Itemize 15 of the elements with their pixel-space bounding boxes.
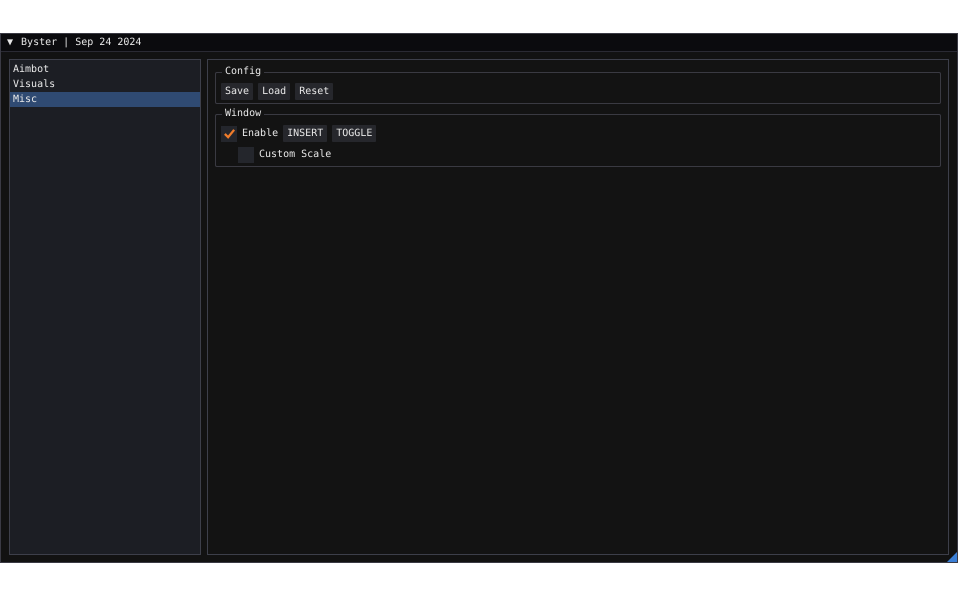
window-title: Byster | Sep 24 2024 [21,37,142,48]
sidebar-item[interactable]: Aimbot [10,62,200,77]
checkbox-label: Enable [242,128,278,139]
button[interactable]: Reset [295,83,334,100]
button[interactable]: Save [221,83,254,100]
checkbox[interactable] [238,146,254,162]
checkbox[interactable] [221,126,237,142]
group-title: Config [222,66,264,78]
button[interactable]: TOGGLE [332,125,376,142]
button[interactable]: INSERT [283,125,328,142]
button[interactable]: Load [258,83,290,100]
checkbox-label: Custom Scale [259,149,332,160]
collapse-arrow[interactable]: ▼ [7,37,14,48]
sidebar-item[interactable]: Misc [10,92,200,107]
sidebar-item[interactable]: Visuals [10,77,200,92]
